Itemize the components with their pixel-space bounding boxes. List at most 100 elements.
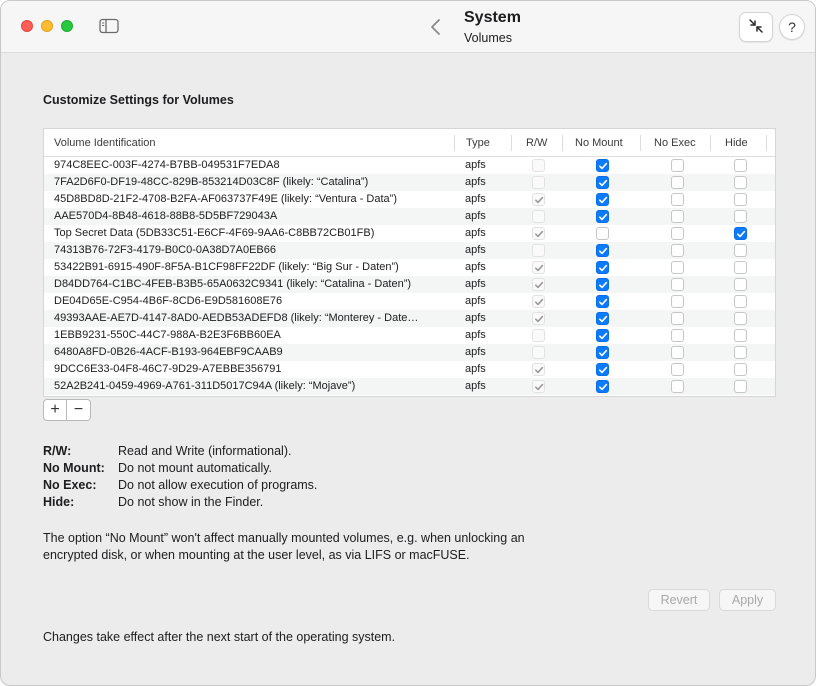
rw-checkbox xyxy=(532,380,545,393)
hide-checkbox[interactable] xyxy=(734,159,747,172)
no-mount-checkbox[interactable] xyxy=(596,176,609,189)
table-row[interactable]: 74313B76-72F3-4179-B0C0-0A38D7A0EB66 apfs xyxy=(44,242,775,259)
no-exec-checkbox[interactable] xyxy=(671,363,684,376)
column-header-no-exec[interactable]: No Exec xyxy=(654,129,696,157)
legend-value: Do not mount automatically. xyxy=(118,461,273,475)
table-row[interactable]: Top Secret Data (5DB33C51-E6CF-4F69-9AA6… xyxy=(44,225,775,242)
no-mount-checkbox[interactable] xyxy=(596,210,609,223)
table-row[interactable]: DE04D65E-C954-4B6F-8CD6-E9D581608E76 apfs xyxy=(44,293,775,310)
zoom-window-button[interactable] xyxy=(61,20,73,32)
no-mount-checkbox[interactable] xyxy=(596,261,609,274)
no-mount-checkbox[interactable] xyxy=(596,329,609,342)
hide-checkbox[interactable] xyxy=(734,380,747,393)
hide-checkbox[interactable] xyxy=(734,193,747,206)
volume-name: 45D8BD8D-21F2-4708-B2FA-AF063737F49E (li… xyxy=(54,193,397,205)
volume-type: apfs xyxy=(465,227,486,239)
sidebar-icon[interactable] xyxy=(99,18,119,34)
column-header-volume[interactable]: Volume Identification xyxy=(54,129,156,157)
column-divider xyxy=(511,135,512,151)
no-exec-checkbox[interactable] xyxy=(671,227,684,240)
column-header-no-mount[interactable]: No Mount xyxy=(575,129,623,157)
no-mount-checkbox[interactable] xyxy=(596,346,609,359)
no-mount-checkbox[interactable] xyxy=(596,295,609,308)
no-mount-checkbox[interactable] xyxy=(596,159,609,172)
hide-checkbox[interactable] xyxy=(734,329,747,342)
no-mount-note: The option “No Mount” won't affect manua… xyxy=(43,531,525,562)
column-header-type[interactable]: Type xyxy=(466,129,490,157)
rw-checkbox xyxy=(532,329,545,342)
volume-name: Top Secret Data (5DB33C51-E6CF-4F69-9AA6… xyxy=(54,227,375,239)
rw-checkbox xyxy=(532,278,545,291)
no-mount-checkbox[interactable] xyxy=(596,227,609,240)
rw-checkbox xyxy=(532,227,545,240)
table-row[interactable]: 1EBB9231-550C-44C7-988A-B2E3F6BB60EA apfs xyxy=(44,327,775,344)
table-row[interactable]: 52A2B241-0459-4969-A761-311D5017C94A (li… xyxy=(44,378,775,395)
hide-checkbox[interactable] xyxy=(734,244,747,257)
volume-name: 49393AAE-AE7D-4147-8AD0-AEDB53ADEFD8 (li… xyxy=(54,312,419,324)
revert-button[interactable]: Revert xyxy=(648,589,710,611)
hide-checkbox[interactable] xyxy=(734,210,747,223)
column-header-hide[interactable]: Hide xyxy=(725,129,748,157)
table-row[interactable]: 9DCC6E33-04F8-46C7-9D29-A7EBBE356791 apfs xyxy=(44,361,775,378)
collapse-button[interactable] xyxy=(739,12,773,42)
hide-checkbox[interactable] xyxy=(734,261,747,274)
volume-name: 7FA2D6F0-DF19-48CC-829B-853214D03C8F (li… xyxy=(54,176,369,188)
hide-checkbox[interactable] xyxy=(734,295,747,308)
volume-type: apfs xyxy=(465,210,486,222)
table-row[interactable]: 53422B91-6915-490F-8F5A-B1CF98FF22DF (li… xyxy=(44,259,775,276)
no-mount-checkbox[interactable] xyxy=(596,312,609,325)
volume-name: AAE570D4-8B48-4618-88B8-5D5BF729043A xyxy=(54,210,278,222)
table-row[interactable]: 6480A8FD-0B26-4ACF-B193-964EBF9CAAB9 apfs xyxy=(44,344,775,361)
hide-checkbox[interactable] xyxy=(734,278,747,291)
minimize-window-button[interactable] xyxy=(41,20,53,32)
table-row[interactable]: 49393AAE-AE7D-4147-8AD0-AEDB53ADEFD8 (li… xyxy=(44,310,775,327)
close-window-button[interactable] xyxy=(21,20,33,32)
no-exec-checkbox[interactable] xyxy=(671,278,684,291)
column-divider xyxy=(710,135,711,151)
hide-checkbox[interactable] xyxy=(734,227,747,240)
column-header-rw[interactable]: R/W xyxy=(526,129,547,157)
legend-key: R/W: xyxy=(43,444,72,458)
no-mount-checkbox[interactable] xyxy=(596,244,609,257)
apply-button[interactable]: Apply xyxy=(719,589,776,611)
rw-checkbox xyxy=(532,176,545,189)
table-row[interactable]: AAE570D4-8B48-4618-88B8-5D5BF729043A apfs xyxy=(44,208,775,225)
no-exec-checkbox[interactable] xyxy=(671,176,684,189)
hide-checkbox[interactable] xyxy=(734,346,747,359)
remove-volume-button[interactable]: − xyxy=(67,399,91,421)
no-mount-checkbox[interactable] xyxy=(596,363,609,376)
add-volume-button[interactable]: + xyxy=(43,399,67,421)
no-mount-checkbox[interactable] xyxy=(596,278,609,291)
rw-checkbox xyxy=(532,193,545,206)
no-exec-checkbox[interactable] xyxy=(671,295,684,308)
hide-checkbox[interactable] xyxy=(734,312,747,325)
table-row[interactable]: 7FA2D6F0-DF19-48CC-829B-853214D03C8F (li… xyxy=(44,174,775,191)
volume-type: apfs xyxy=(465,176,486,188)
volume-type: apfs xyxy=(465,346,486,358)
rw-checkbox xyxy=(532,363,545,376)
hide-checkbox[interactable] xyxy=(734,363,747,376)
no-exec-checkbox[interactable] xyxy=(671,244,684,257)
table-header: Volume Identification Type R/W No Mount … xyxy=(44,129,775,157)
no-exec-checkbox[interactable] xyxy=(671,329,684,342)
volumes-table: Volume Identification Type R/W No Mount … xyxy=(43,128,776,397)
no-exec-checkbox[interactable] xyxy=(671,159,684,172)
table-row[interactable]: 974C8EEC-003F-4274-B7BB-049531F7EDA8 apfs xyxy=(44,157,775,174)
column-divider xyxy=(562,135,563,151)
help-button[interactable]: ? xyxy=(779,14,805,40)
no-mount-checkbox[interactable] xyxy=(596,193,609,206)
hide-checkbox[interactable] xyxy=(734,176,747,189)
no-exec-checkbox[interactable] xyxy=(671,261,684,274)
volume-name: 74313B76-72F3-4179-B0C0-0A38D7A0EB66 xyxy=(54,244,276,256)
no-exec-checkbox[interactable] xyxy=(671,312,684,325)
chevron-left-icon[interactable] xyxy=(427,17,445,37)
rw-checkbox xyxy=(532,295,545,308)
no-exec-checkbox[interactable] xyxy=(671,380,684,393)
no-exec-checkbox[interactable] xyxy=(671,210,684,223)
legend-key: No Exec: xyxy=(43,478,97,492)
table-row[interactable]: D84DD764-C1BC-4FEB-B3B5-65A0632C9341 (li… xyxy=(44,276,775,293)
no-exec-checkbox[interactable] xyxy=(671,346,684,359)
no-exec-checkbox[interactable] xyxy=(671,193,684,206)
no-mount-checkbox[interactable] xyxy=(596,380,609,393)
table-row[interactable]: 45D8BD8D-21F2-4708-B2FA-AF063737F49E (li… xyxy=(44,191,775,208)
